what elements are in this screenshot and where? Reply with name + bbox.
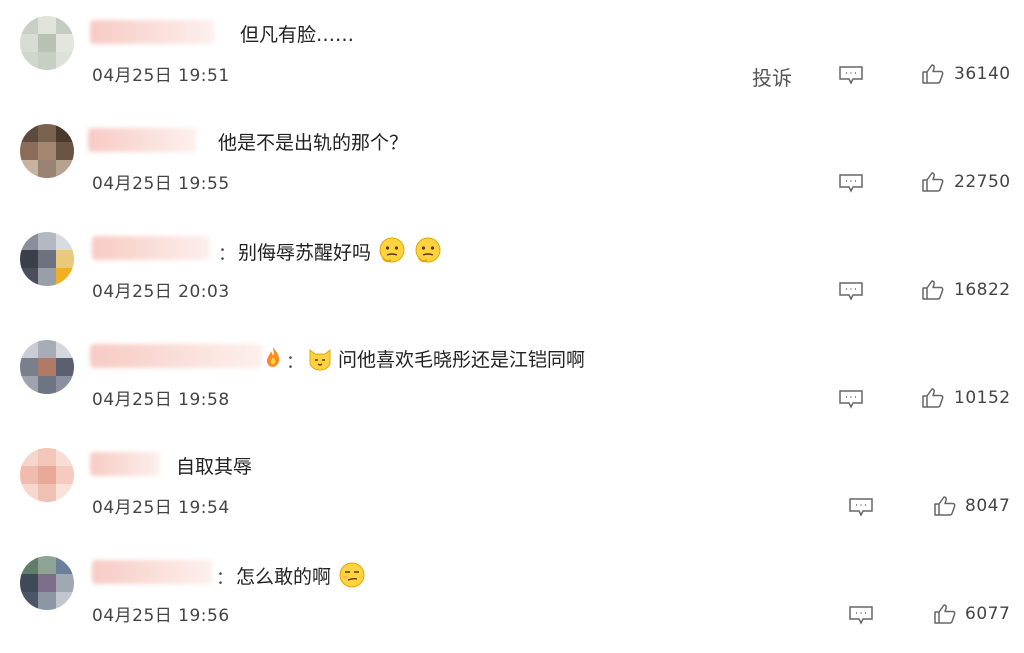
like-count: 10152	[954, 388, 1011, 408]
comment-text: 自取其辱	[176, 456, 253, 478]
thumbs-up-icon[interactable]	[933, 602, 957, 626]
comment-item: ： 怎么敢的啊 04月25日 19:56 6077	[0, 540, 1024, 648]
thumbs-up-icon[interactable]	[921, 62, 945, 86]
comment-text: 但凡有脸……	[240, 24, 355, 46]
comment-text: 他是不是出轨的那个？	[218, 132, 409, 154]
comment-text: 别侮辱苏醒好吗	[238, 236, 443, 266]
comment-text-content: 怎么敢的啊	[236, 565, 332, 588]
avatar[interactable]	[20, 448, 74, 502]
report-button[interactable]: 投诉	[752, 62, 792, 91]
thumbs-up-icon[interactable]	[921, 278, 945, 302]
name-separator: ：	[286, 352, 304, 373]
comment-list: 但凡有脸…… 04月25日 19:51 投诉 36140 他是不是出轨的那个？ …	[0, 0, 1024, 653]
reply-icon[interactable]	[838, 173, 864, 193]
comment-item: 他是不是出轨的那个？ 04月25日 19:55 22750	[0, 108, 1024, 216]
like-count: 22750	[954, 172, 1011, 192]
thinking-emoji-icon	[379, 237, 405, 263]
reply-icon[interactable]	[838, 281, 864, 301]
fire-icon	[267, 347, 280, 367]
smirk-emoji-icon	[339, 562, 365, 588]
comment-item: ： 问他喜欢毛晓彤还是江铠同啊 04月25日 19:58 10152	[0, 324, 1024, 432]
like-count: 8047	[965, 496, 1011, 516]
avatar[interactable]	[20, 16, 74, 70]
name-separator: ：	[216, 568, 234, 589]
username-blurred[interactable]	[92, 560, 212, 584]
reply-icon[interactable]	[848, 497, 874, 517]
like-count: 6077	[965, 604, 1011, 624]
avatar[interactable]	[20, 232, 74, 286]
username-blurred[interactable]	[90, 452, 160, 476]
comment-time: 04月25日 19:55	[92, 174, 230, 194]
avatar[interactable]	[20, 556, 74, 610]
cat-emoji-icon	[309, 348, 331, 371]
comment-time: 04月25日 19:54	[92, 498, 230, 518]
comment-item: ： 别侮辱苏醒好吗 04月25日 20:03 16822	[0, 216, 1024, 324]
avatar[interactable]	[20, 124, 74, 178]
thumbs-up-icon[interactable]	[921, 170, 945, 194]
comment-text-content: 问他喜欢毛晓彤还是江铠同啊	[338, 348, 586, 371]
comment-item: 自取其辱 04月25日 19:54 8047	[0, 432, 1024, 540]
thumbs-up-icon[interactable]	[933, 494, 957, 518]
thumbs-up-icon[interactable]	[921, 386, 945, 410]
username-blurred[interactable]	[90, 344, 262, 368]
username-blurred[interactable]	[92, 236, 210, 260]
like-count: 36140	[954, 64, 1011, 84]
reply-icon[interactable]	[838, 65, 864, 85]
comment-text: 问他喜欢毛晓彤还是江铠同啊	[306, 344, 585, 372]
avatar[interactable]	[20, 340, 74, 394]
comment-text-content: 别侮辱苏醒好吗	[238, 241, 372, 264]
comment-item: 但凡有脸…… 04月25日 19:51 投诉 36140	[0, 0, 1024, 108]
comment-time: 04月25日 20:03	[92, 282, 230, 302]
comment-text: 怎么敢的啊	[236, 560, 367, 590]
comment-time: 04月25日 19:51	[92, 66, 230, 86]
reply-icon[interactable]	[848, 605, 874, 625]
name-separator: ：	[218, 244, 236, 265]
reply-icon[interactable]	[838, 389, 864, 409]
username-blurred[interactable]	[90, 20, 214, 44]
comment-time: 04月25日 19:58	[92, 390, 230, 410]
username-blurred[interactable]	[88, 128, 196, 152]
comment-time: 04月25日 19:56	[92, 606, 230, 626]
like-count: 16822	[954, 280, 1011, 300]
thinking-emoji-icon	[415, 237, 441, 263]
